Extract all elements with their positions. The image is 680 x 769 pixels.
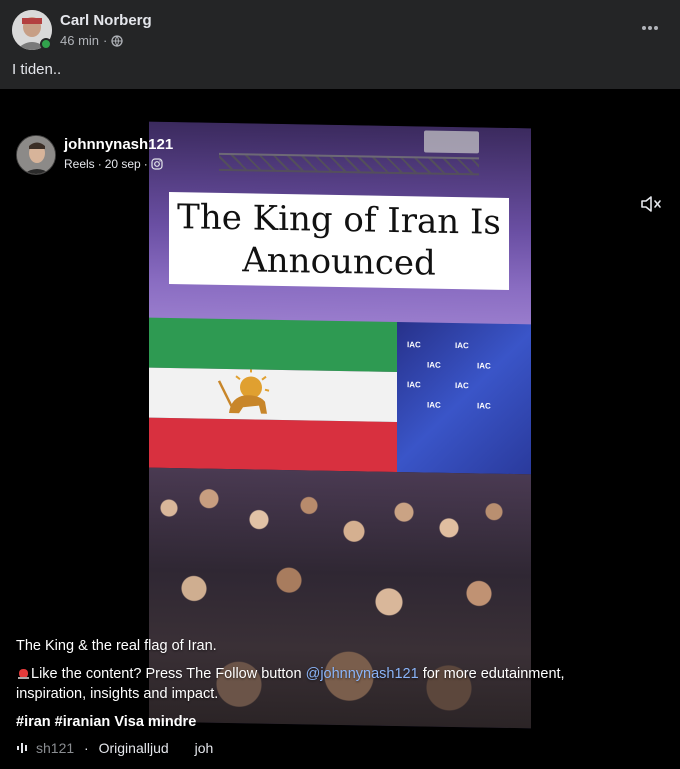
- meta-separator: ·: [143, 157, 148, 171]
- globe-icon: [111, 34, 124, 47]
- author-name[interactable]: Carl Norberg: [60, 12, 152, 29]
- audio-wave-icon: [17, 743, 27, 753]
- mute-toggle-button[interactable]: [638, 192, 664, 216]
- iac-logo: IAC: [455, 381, 469, 391]
- audio-trailing[interactable]: joh: [195, 740, 214, 756]
- iac-logo: IAC: [477, 361, 491, 371]
- iac-screen: IAC IAC IAC IAC IAC IAC IAC IAC: [397, 321, 531, 475]
- caption-line-2: Like the content? Press The Follow butto…: [16, 664, 616, 704]
- caption-line-2-prefix: Like the content? Press The Follow butto…: [31, 666, 306, 682]
- post-time[interactable]: 46 min: [60, 33, 99, 48]
- post-text: I tiden..: [12, 61, 62, 78]
- audio-separator: ·: [80, 740, 93, 756]
- more-horizontal-icon: [642, 26, 658, 30]
- reel-caption: The King & the real flag of Iran. Like t…: [16, 636, 616, 740]
- poster-avatar[interactable]: [16, 135, 56, 175]
- meta-separator: ·: [97, 157, 102, 171]
- stage-light: [424, 130, 479, 154]
- iran-lion-sun-flag: [149, 317, 397, 472]
- more-options-button[interactable]: [634, 14, 666, 42]
- audio-label[interactable]: Originalljud: [99, 740, 169, 756]
- overlay-title-box: The King of Iran Is Announced: [169, 192, 509, 290]
- overlay-title: The King of Iran Is Announced: [177, 197, 501, 284]
- post-meta: 46 min ·: [60, 33, 124, 48]
- post-header: Carl Norberg 46 min · I tiden..: [0, 0, 680, 89]
- reels-label[interactable]: Reels: [64, 157, 95, 171]
- reel-video[interactable]: The King of Iran Is Announced IAC IAC IA…: [0, 89, 680, 769]
- reel-date[interactable]: 20 sep: [105, 157, 141, 171]
- iac-logo: IAC: [407, 380, 421, 390]
- iac-logo: IAC: [477, 401, 491, 411]
- caption-mention-link[interactable]: @johnnynash121: [306, 666, 419, 682]
- lion-and-sun-emblem: [217, 369, 270, 414]
- siren-emoji-icon: [18, 669, 29, 679]
- instagram-icon: [151, 158, 163, 170]
- meta-separator: ·: [103, 33, 108, 48]
- caption-tags[interactable]: #iran #iranian Visa mindre: [16, 712, 616, 732]
- online-status-indicator: [40, 38, 52, 50]
- iac-logo: IAC: [427, 400, 441, 410]
- poster-name[interactable]: johnnynash121: [64, 136, 173, 153]
- stage-truss: [219, 152, 479, 176]
- caption-line-1: The King & the real flag of Iran.: [16, 638, 217, 654]
- iac-logo: IAC: [427, 360, 441, 370]
- poster-meta: Reels · 20 sep ·: [64, 157, 163, 171]
- audio-source[interactable]: sh121: [36, 740, 74, 756]
- iac-logo: IAC: [455, 341, 469, 351]
- speaker-muted-icon: [641, 196, 661, 212]
- audio-row[interactable]: sh121 · Originalljud joh: [16, 740, 213, 756]
- iac-logo: IAC: [407, 340, 421, 350]
